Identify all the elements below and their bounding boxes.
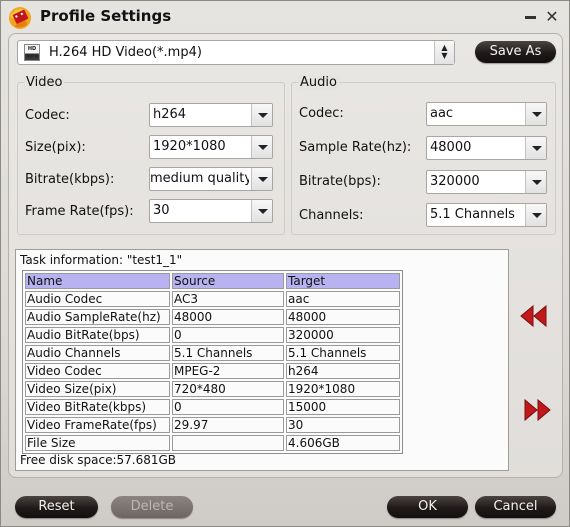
cell-target: 5.1 Channels (286, 345, 400, 361)
video-codec-select[interactable]: h264 (149, 103, 273, 127)
cancel-button[interactable]: Cancel (475, 496, 556, 518)
table-row: Audio Channels 5.1 Channels 5.1 Channels (25, 345, 400, 361)
fast-forward-icon[interactable] (523, 398, 553, 422)
audio-channels-label: Channels: (299, 208, 364, 223)
close-button[interactable]: ✕ (544, 9, 560, 25)
audio-codec-value: aac (430, 106, 454, 121)
video-codec-label: Codec: (25, 108, 70, 123)
video-bitrate-value: medium quality (150, 171, 249, 186)
cell-source: 29.97 (172, 417, 284, 433)
cell-target: 1920*1080 (286, 381, 400, 397)
cell-source: 720*480 (172, 381, 284, 397)
video-group-title: Video (24, 75, 65, 90)
delete-button[interactable]: Delete (111, 496, 193, 518)
cell-source (172, 435, 284, 451)
minimize-button[interactable] (523, 9, 539, 25)
column-header-target: Target (286, 273, 400, 289)
audio-channels-select[interactable]: 5.1 Channels (426, 203, 547, 227)
table-row: Audio BitRate(bps) 0 320000 (25, 327, 400, 343)
table-row: Audio SampleRate(hz) 48000 48000 (25, 309, 400, 325)
titlebar[interactable]: Profile Settings ✕ (1, 1, 569, 33)
audio-codec-select[interactable]: aac (426, 102, 547, 126)
cell-target: 320000 (286, 327, 400, 343)
cell-target: 15000 (286, 399, 400, 415)
audio-bitrate-select[interactable]: 320000 (426, 170, 547, 194)
chevron-down-icon[interactable] (251, 200, 272, 222)
cell-source: AC3 (172, 291, 284, 307)
column-header-source: Source (172, 273, 284, 289)
audio-codec-label: Codec: (299, 106, 344, 121)
chevron-down-icon[interactable] (525, 137, 546, 159)
cell-target: aac (286, 291, 400, 307)
profile-settings-window: Profile Settings ✕ HD MP4 H.264 HD Video(… (0, 0, 570, 527)
video-framerate-label: Frame Rate(fps): (25, 204, 134, 219)
chevron-down-icon[interactable] (525, 103, 546, 125)
audio-samplerate-label: Sample Rate(hz): (299, 140, 412, 155)
cell-name: File Size (25, 435, 170, 451)
table-header-row: Name Source Target (25, 273, 400, 289)
video-framerate-value: 30 (153, 203, 170, 218)
chevron-down-icon[interactable] (251, 104, 272, 126)
chevron-down-icon[interactable] (525, 171, 546, 193)
cell-target: 30 (286, 417, 400, 433)
cell-target: 4.606GB (286, 435, 400, 451)
video-bitrate-select[interactable]: medium quality (149, 167, 273, 191)
table-row: Video FrameRate(fps) 29.97 30 (25, 417, 400, 433)
ok-button[interactable]: OK (387, 496, 468, 518)
video-codec-value: h264 (153, 107, 187, 122)
profile-format-value: H.264 HD Video(*.mp4) (49, 45, 202, 60)
cell-name: Audio Channels (25, 345, 170, 361)
cell-name: Video BitRate(kbps) (25, 399, 170, 415)
cell-source: 0 (172, 327, 284, 343)
chevron-down-icon[interactable] (251, 136, 272, 158)
audio-channels-value: 5.1 Channels (430, 207, 515, 222)
free-disk-space: Free disk space:57.681GB (20, 453, 177, 467)
cell-source: MPEG-2 (172, 363, 284, 379)
audio-group-title: Audio (298, 75, 339, 90)
audio-samplerate-select[interactable]: 48000 (426, 136, 547, 160)
cell-source: 5.1 Channels (172, 345, 284, 361)
cell-name: Audio SampleRate(hz) (25, 309, 170, 325)
task-info-table: Name Source Target Audio Codec AC3 aac Audi… (22, 270, 403, 454)
cell-source: 0 (172, 399, 284, 415)
rewind-icon[interactable] (519, 304, 549, 328)
audio-samplerate-value: 48000 (430, 140, 472, 155)
chevron-down-icon[interactable] (525, 204, 546, 226)
audio-bitrate-value: 320000 (430, 174, 480, 189)
cell-name: Video Codec (25, 363, 170, 379)
cell-name: Video Size(pix) (25, 381, 170, 397)
mp4-hd-icon: HD MP4 (24, 44, 40, 61)
table-row: Audio Codec AC3 aac (25, 291, 400, 307)
save-as-button[interactable]: Save As (475, 41, 556, 63)
window-title: Profile Settings (40, 7, 172, 25)
cell-target: 48000 (286, 309, 400, 325)
task-info-panel: Task information: "test1_1" Name Source … (15, 249, 509, 471)
reset-button[interactable]: Reset (15, 496, 98, 518)
profile-format-select[interactable]: HD MP4 H.264 HD Video(*.mp4) ▲ ▼ (17, 40, 455, 65)
video-framerate-select[interactable]: 30 (149, 199, 273, 223)
video-bitrate-label: Bitrate(kbps): (25, 172, 115, 187)
task-info-title: Task information: "test1_1" (20, 253, 183, 267)
cell-name: Audio BitRate(bps) (25, 327, 170, 343)
cell-source: 48000 (172, 309, 284, 325)
cell-name: Video FrameRate(fps) (25, 417, 170, 433)
table-row: File Size 4.606GB (25, 435, 400, 451)
video-size-select[interactable]: 1920*1080 (149, 135, 273, 159)
video-size-value: 1920*1080 (153, 139, 226, 154)
video-size-label: Size(pix): (25, 140, 86, 155)
column-header-name: Name (25, 273, 170, 289)
cell-name: Audio Codec (25, 291, 170, 307)
chevron-down-icon[interactable] (251, 168, 272, 190)
up-down-spinner-icon[interactable]: ▲ ▼ (434, 41, 454, 64)
app-logo-icon (9, 7, 31, 29)
table-row: Video Codec MPEG-2 h264 (25, 363, 400, 379)
cell-target: h264 (286, 363, 400, 379)
audio-bitrate-label: Bitrate(bps): (299, 174, 381, 189)
table-row: Video Size(pix) 720*480 1920*1080 (25, 381, 400, 397)
table-row: Video BitRate(kbps) 0 15000 (25, 399, 400, 415)
